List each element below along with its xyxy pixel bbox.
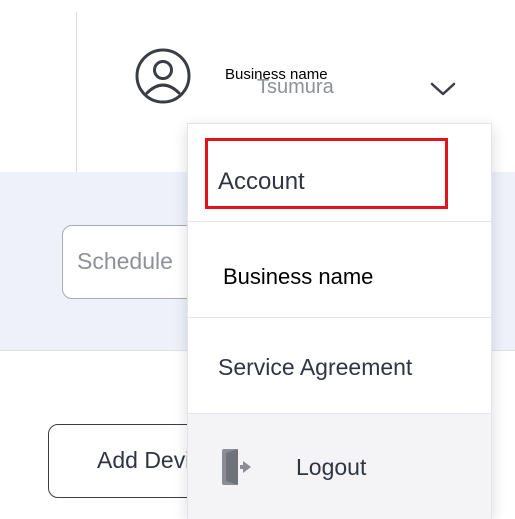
menu-item-service-agreement[interactable]: Service Agreement — [188, 318, 491, 414]
menu-item-account[interactable]: Account — [188, 138, 491, 222]
header-divider — [76, 12, 77, 172]
menu-item-business-name[interactable]: Business name — [188, 222, 491, 318]
business-name-label: Business name — [225, 66, 328, 83]
menu-item-label: Service Agreement — [218, 354, 413, 380]
user-dropdown-menu: Account Business name Service Agreement … — [187, 123, 492, 519]
menu-item-label: Logout — [296, 454, 367, 480]
menu-item-label: Account — [218, 168, 305, 195]
menu-item-logout[interactable]: Logout — [188, 414, 491, 519]
user-avatar-icon[interactable] — [134, 47, 192, 105]
chevron-down-icon[interactable] — [428, 80, 458, 98]
logout-icon — [222, 449, 251, 485]
menu-item-label: Business name — [223, 264, 374, 289]
